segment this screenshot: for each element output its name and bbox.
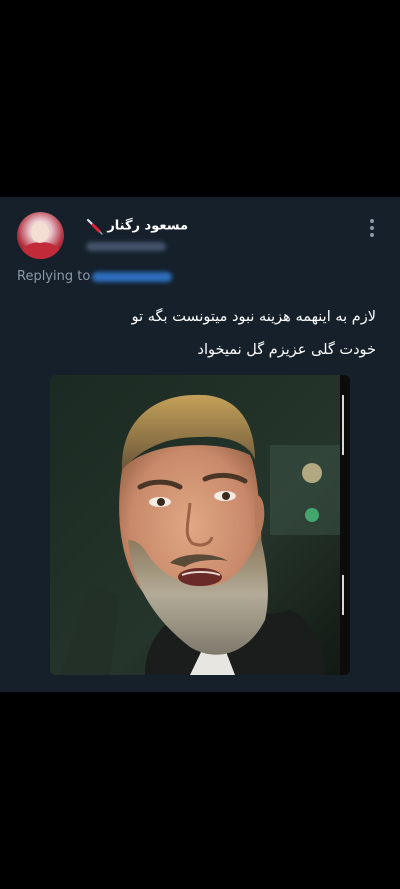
tweet-text-line: خودت گلی عزیزم گل نمیخواد (197, 342, 376, 358)
more-vertical-icon[interactable] (364, 217, 380, 239)
tweet-text: لازم به اینهمه هزینه نبود میتونست بگه تو… (131, 301, 376, 367)
avatar-face (31, 221, 49, 243)
tweet-card[interactable]: مسعود رگنار Replying to لازم به اینهمه ه… (0, 197, 400, 692)
author-display-name[interactable]: مسعود رگنار (107, 219, 188, 234)
replying-to-handle-redacted[interactable] (92, 272, 172, 282)
screen: مسعود رگنار Replying to لازم به اینهمه ه… (0, 0, 400, 889)
avatar-dress (21, 242, 61, 259)
tweet-media-photo[interactable] (50, 375, 350, 675)
tweet-text-line: لازم به اینهمه هزینه نبود میتونست بگه تو (131, 309, 376, 325)
syringe-icon (85, 217, 103, 235)
replying-to-label: Replying to (17, 269, 91, 284)
menu-dot (370, 219, 374, 223)
photo-bearded-man (50, 375, 350, 675)
menu-dot (370, 226, 374, 230)
author-name-row[interactable]: مسعود رگنار (78, 217, 188, 236)
avatar[interactable] (17, 212, 64, 259)
author-handle-redacted (86, 242, 166, 251)
menu-dot (370, 233, 374, 237)
